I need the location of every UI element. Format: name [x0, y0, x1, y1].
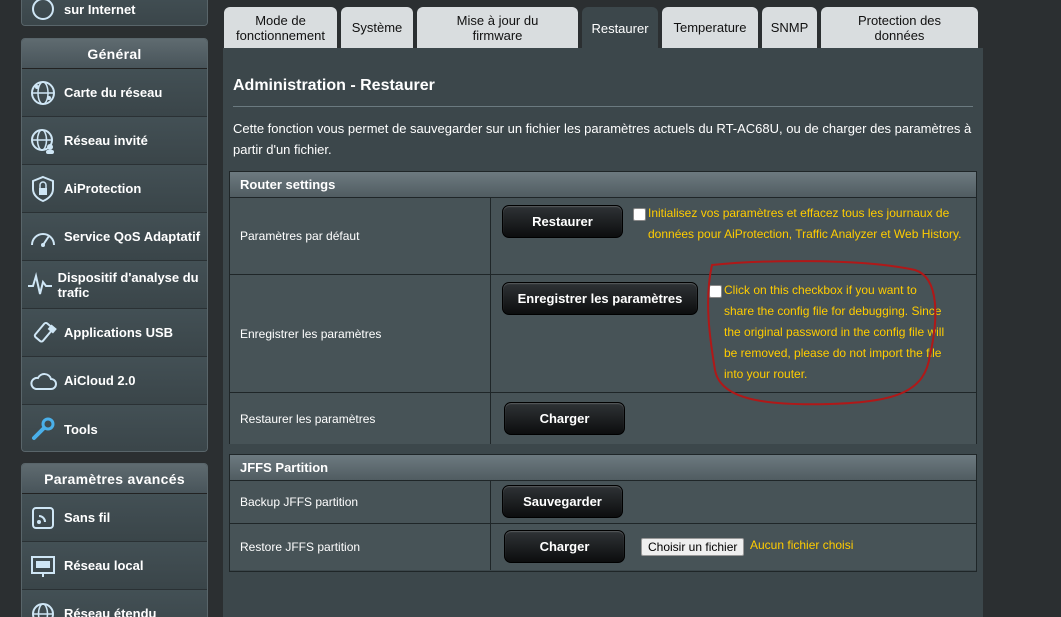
sidebar-item-label: sur Internet [64, 1, 136, 17]
sidebar-item-traffic-analyzer[interactable]: Dispositif d'analyse du trafic [22, 261, 207, 309]
right-margin [991, 0, 1061, 617]
title-divider [233, 106, 973, 107]
tab-label: Système [351, 20, 403, 35]
sidebar-item-label: Sans fil [64, 510, 111, 525]
tab-label: SNMP [770, 20, 809, 35]
tab-label: Mode de fonctionnement [236, 12, 325, 43]
shield-lock-icon [22, 165, 64, 213]
sidebar-item-label: AiProtection [64, 181, 142, 196]
annotation-circle [707, 260, 937, 406]
row-label: Enregistrer les paramètres [230, 275, 491, 392]
tab-label: Temperature [673, 20, 747, 35]
sidebar-item-label: Applications USB [64, 325, 174, 340]
sidebar-item-label: Tools [64, 421, 98, 437]
sidebar-item-label: AiCloud 2.0 [64, 373, 136, 388]
sidebar-item-label: Réseau invité [64, 133, 148, 148]
sidebar-item-wireless[interactable]: Sans fil [22, 494, 207, 542]
file-status: Aucun fichier choisi [750, 538, 854, 552]
sidebar-item-guest-network[interactable]: Réseau invité [22, 117, 207, 165]
section-header: Router settings [230, 172, 976, 198]
section-header: JFFS Partition [230, 455, 976, 481]
sidebar-header-advanced: Paramètres avancés [22, 464, 207, 494]
sidebar-top-partial: sur Internet [21, 0, 208, 26]
sidebar-item-label: Réseau local [64, 558, 144, 573]
tab-label: Restaurer [591, 20, 649, 36]
page-description: Cette fonction vous permet de sauvegarde… [233, 121, 972, 157]
lan-icon [22, 542, 64, 590]
jffs-load-button[interactable]: Charger [504, 530, 625, 563]
save-settings-button[interactable]: Enregistrer les paramètres [502, 282, 698, 315]
initialize-note: Initialisez vos paramètres et effacez to… [648, 206, 962, 241]
sidebar-item-lan[interactable]: Réseau local [22, 542, 207, 590]
choose-file-button[interactable]: Choisir un fichier [641, 538, 745, 556]
sidebar-advanced: Paramètres avancés Sans fil Réseau local… [21, 463, 208, 617]
sidebar-item-label: Carte du réseau [64, 85, 163, 100]
row-label: Restaurer les paramètres [230, 393, 491, 444]
jffs-backup-button[interactable]: Sauvegarder [502, 485, 623, 518]
sidebar-item-label: Dispositif d'analyse du trafic [57, 269, 199, 300]
load-settings-button[interactable]: Charger [504, 402, 625, 435]
sidebar-item-qos[interactable]: Service QoS Adaptatif [22, 213, 207, 261]
guest-network-icon [22, 117, 64, 165]
tab-temperature[interactable]: Temperature [662, 7, 758, 48]
restore-defaults-button[interactable]: Restaurer [502, 205, 623, 238]
router-admin-page: { "sidebar": { "top_partial_label": "sur… [0, 0, 1061, 617]
sidebar-item-wan[interactable]: Réseau étendu [22, 590, 207, 617]
tab-label: Protection des données [857, 12, 942, 43]
jffs-backup-row: Backup JFFS partition Sauvegarder [230, 481, 976, 523]
tab-system[interactable]: Système [341, 7, 413, 48]
globe-network-icon [22, 69, 64, 117]
jffs-restore-row: Restore JFFS partition Charger Choisir u… [230, 523, 976, 570]
sidebar-item-label: Service QoS Adaptatif [64, 229, 201, 244]
globe-icon [22, 0, 64, 25]
tab-firmware-upgrade[interactable]: Mise à jour du firmware [417, 7, 578, 48]
sidebar-header-general: Général [22, 39, 207, 69]
initialize-checkbox[interactable] [633, 208, 646, 221]
sidebar-item-network-map[interactable]: Carte du réseau [22, 69, 207, 117]
sidebar-item-tools[interactable]: Tools [22, 405, 207, 451]
tab-data-protection[interactable]: Protection des données [821, 7, 978, 48]
row-label: Backup JFFS partition [230, 481, 491, 523]
sidebar-general: Général Carte du réseau Réseau invité Ai… [21, 38, 208, 452]
page-title: Administration - Restaurer [233, 77, 435, 94]
wireless-icon [22, 494, 64, 542]
wrench-icon [22, 405, 64, 451]
row-label: Restore JFFS partition [230, 524, 491, 570]
cloud-icon [22, 357, 64, 405]
sidebar-item-aicloud[interactable]: AiCloud 2.0 [22, 357, 207, 405]
tab-operation-mode[interactable]: Mode de fonctionnement [224, 7, 337, 48]
sidebar-item-internet[interactable]: sur Internet [22, 0, 207, 25]
sidebar-item-usb-apps[interactable]: Applications USB [22, 309, 207, 357]
sidebar-item-aiprotection[interactable]: AiProtection [22, 165, 207, 213]
speedometer-icon [22, 213, 64, 261]
usb-icon [22, 309, 64, 357]
traffic-analyzer-icon [22, 261, 58, 309]
jffs-section: JFFS Partition Backup JFFS partition Sau… [229, 454, 977, 572]
tab-label: Mise à jour du firmware [456, 12, 539, 43]
tab-snmp[interactable]: SNMP [762, 7, 817, 48]
row-label: Paramètres par défaut [230, 198, 491, 274]
sidebar-item-label: Réseau étendu [64, 606, 157, 617]
tab-restore[interactable]: Restaurer [582, 7, 658, 49]
wan-globe-icon [22, 590, 64, 617]
